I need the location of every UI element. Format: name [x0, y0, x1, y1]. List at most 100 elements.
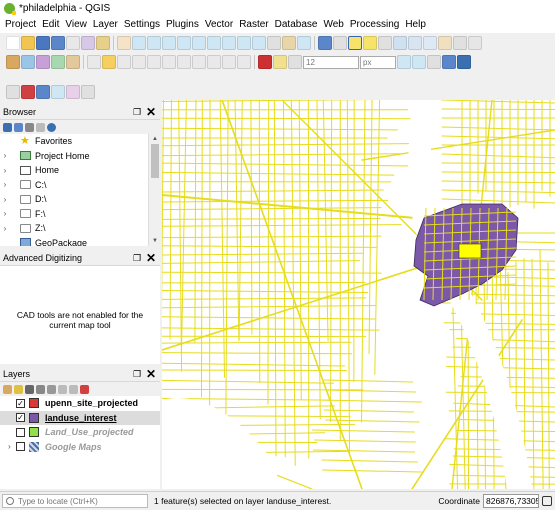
add-layer-icon[interactable]: [3, 122, 12, 132]
browser-scrollbar[interactable]: ▲ ▼: [148, 134, 160, 246]
zoom-native-icon[interactable]: [177, 36, 191, 50]
layer-row-landuse-interest[interactable]: ✓ landuse_interest: [0, 410, 160, 425]
upenn-site-feature[interactable]: [458, 243, 482, 259]
pin-labels-icon[interactable]: [397, 55, 411, 69]
open-project-icon[interactable]: [21, 36, 35, 50]
scroll-up-icon[interactable]: ▲: [149, 134, 161, 144]
tree-item-drive-z[interactable]: › Z:\: [0, 221, 148, 236]
collapse-all-icon[interactable]: [36, 122, 45, 132]
zoom-full-icon[interactable]: [192, 36, 206, 50]
new-geopackage-layer-icon[interactable]: [21, 55, 35, 69]
menu-raster[interactable]: Raster: [236, 17, 271, 33]
redo-icon[interactable]: [237, 55, 251, 69]
chevron-right-icon[interactable]: ›: [8, 442, 16, 451]
delete-selected-icon[interactable]: [162, 55, 176, 69]
open-layer-styling-icon[interactable]: [3, 384, 12, 394]
cut-features-icon[interactable]: [177, 55, 191, 69]
new-virtual-layer-icon[interactable]: [66, 55, 80, 69]
layer-visibility-checkbox[interactable]: ✓: [16, 398, 25, 408]
chevron-right-icon[interactable]: ›: [0, 166, 10, 175]
tree-item-drive-d[interactable]: › D:\: [0, 192, 148, 207]
filter-browser-icon[interactable]: [25, 122, 34, 132]
attribute-table-icon[interactable]: [393, 36, 407, 50]
add-group-icon[interactable]: [14, 384, 23, 394]
scroll-down-icon[interactable]: ▼: [149, 236, 161, 246]
pan-to-selection-icon[interactable]: [132, 36, 146, 50]
copy-features-icon[interactable]: [192, 55, 206, 69]
undo-icon[interactable]: [222, 55, 236, 69]
collapse-all-layers-icon[interactable]: [69, 384, 78, 394]
menu-web[interactable]: Web: [320, 17, 346, 33]
zoom-next-icon[interactable]: [252, 36, 266, 50]
move-label-icon[interactable]: [427, 55, 441, 69]
chevron-right-icon[interactable]: ›: [0, 195, 10, 204]
street-network-map[interactable]: [162, 100, 555, 489]
layout-manager-icon[interactable]: [81, 36, 95, 50]
text-annotation-icon[interactable]: [468, 36, 482, 50]
text-format-icon[interactable]: [288, 55, 302, 69]
label-tool-icon[interactable]: [258, 55, 272, 69]
locator-bar[interactable]: [2, 494, 148, 508]
paste-features-icon[interactable]: [207, 55, 221, 69]
layer-symbol-swatch[interactable]: [29, 398, 39, 409]
map-canvas[interactable]: [162, 100, 555, 489]
menu-plugins[interactable]: Plugins: [163, 17, 202, 33]
float-panel-icon[interactable]: ❐: [132, 253, 142, 263]
locator-input[interactable]: [18, 496, 138, 506]
add-point-pin-icon[interactable]: [21, 85, 35, 99]
toggle-editing-pencil-icon[interactable]: [102, 55, 116, 69]
select-by-expression-icon[interactable]: [363, 36, 377, 50]
actions-icon[interactable]: [333, 36, 347, 50]
zoom-to-native-icon[interactable]: [51, 85, 65, 99]
manage-map-themes-icon[interactable]: [25, 384, 34, 394]
menu-help[interactable]: Help: [402, 17, 429, 33]
remove-layer-icon[interactable]: [80, 384, 89, 394]
menu-database[interactable]: Database: [272, 17, 321, 33]
temporal-controller-icon[interactable]: [282, 36, 296, 50]
filter-by-expression-icon[interactable]: [47, 384, 56, 394]
grid-tool-icon[interactable]: [81, 85, 95, 99]
filter-legend-icon[interactable]: [36, 384, 45, 394]
menu-processing[interactable]: Processing: [347, 17, 402, 33]
layer-row-land-use-projected[interactable]: Land_Use_projected: [0, 425, 160, 440]
data-source-manager-icon[interactable]: [6, 55, 20, 69]
new-project-icon[interactable]: [6, 36, 20, 50]
vertex-tool-icon[interactable]: [147, 55, 161, 69]
field-calculator-icon[interactable]: [408, 36, 422, 50]
menu-settings[interactable]: Settings: [121, 17, 163, 33]
tree-item-drive-f[interactable]: › F:\: [0, 207, 148, 222]
scrollbar-thumb[interactable]: [151, 144, 159, 178]
save-as-icon[interactable]: [51, 36, 65, 50]
refresh-browser-icon[interactable]: [14, 122, 23, 132]
chevron-right-icon[interactable]: ›: [0, 209, 10, 218]
properties-icon[interactable]: [47, 122, 56, 132]
measure-icon[interactable]: [453, 36, 467, 50]
processing-toolbox-icon[interactable]: [423, 36, 437, 50]
refresh-icon[interactable]: [297, 36, 311, 50]
menu-view[interactable]: View: [62, 17, 90, 33]
layer-row-upenn-site[interactable]: ✓ upenn_site_projected: [0, 396, 160, 411]
chevron-right-icon[interactable]: ›: [0, 180, 10, 189]
tree-item-drive-c[interactable]: › C:\: [0, 178, 148, 193]
statistics-sum-icon[interactable]: [438, 36, 452, 50]
zoom-selection-icon[interactable]: [207, 36, 221, 50]
layer-visibility-checkbox[interactable]: ✓: [16, 413, 25, 423]
float-panel-icon[interactable]: ❐: [132, 369, 142, 379]
menu-project[interactable]: Project: [2, 17, 39, 33]
menu-edit[interactable]: Edit: [39, 17, 62, 33]
map-tips-icon[interactable]: [36, 85, 50, 99]
plugin-manager-icon[interactable]: [457, 55, 471, 69]
current-edits-icon[interactable]: [87, 55, 101, 69]
new-print-layout-icon[interactable]: [66, 36, 80, 50]
layer-labeling-icon[interactable]: [273, 55, 287, 69]
close-panel-icon[interactable]: ✕: [146, 106, 156, 118]
new-shapefile-icon[interactable]: [36, 55, 50, 69]
add-text-annotation-icon[interactable]: [6, 85, 20, 99]
new-map-view-icon[interactable]: [267, 36, 281, 50]
show-hide-labels-icon[interactable]: [412, 55, 426, 69]
menu-layer[interactable]: Layer: [90, 17, 121, 33]
style-manager-icon[interactable]: [96, 36, 110, 50]
layer-symbol-swatch[interactable]: [29, 412, 39, 423]
zoom-layer-icon[interactable]: [222, 36, 236, 50]
zoom-out-icon[interactable]: [162, 36, 176, 50]
